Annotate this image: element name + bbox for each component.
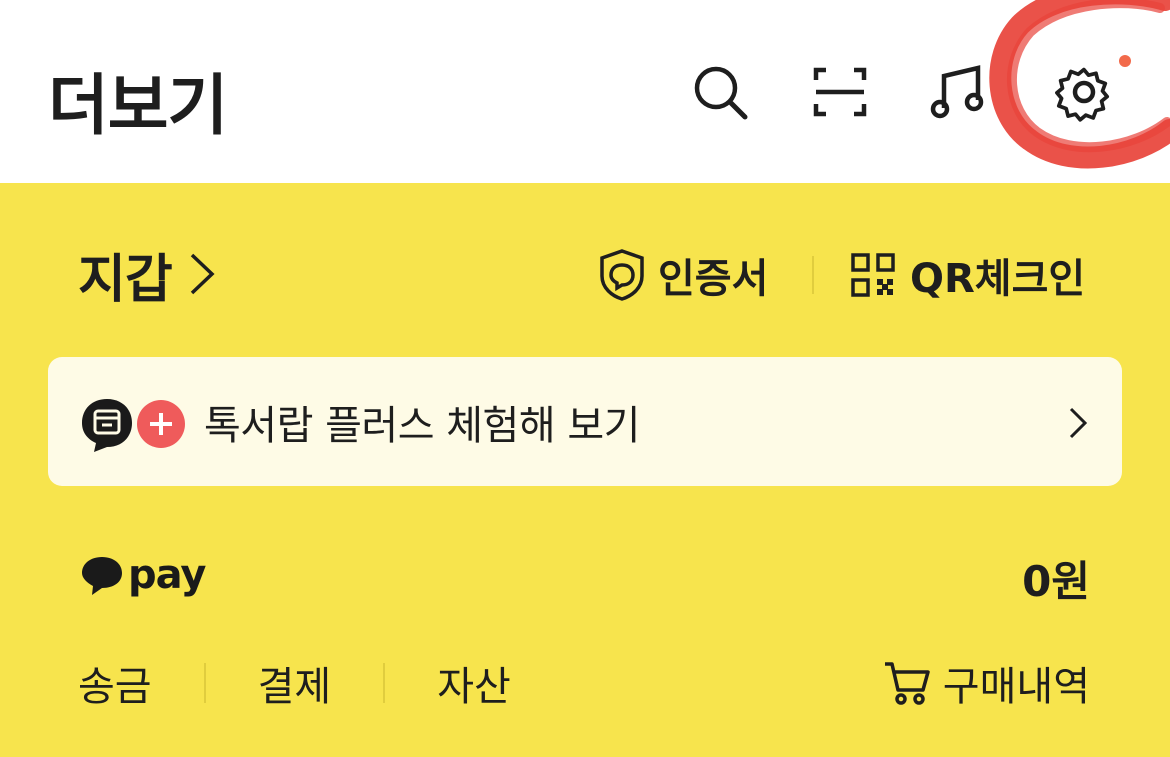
wallet-link[interactable]: 지갑 — [78, 236, 218, 312]
page-title: 더보기 — [48, 67, 228, 144]
qr-code-icon — [851, 253, 895, 297]
kakao-pay-logo[interactable]: pay — [80, 550, 206, 600]
purchase-history-button[interactable]: 구매내역 — [883, 655, 1090, 711]
settings-gear-icon[interactable] — [1054, 62, 1114, 122]
divider — [383, 663, 386, 703]
promo-text: 톡서랍 플러스 체험해 보기 — [204, 403, 640, 449]
transfer-button[interactable]: 송금 — [78, 654, 152, 712]
pay-balance[interactable]: 0원 — [1022, 548, 1090, 609]
payment-button[interactable]: 결제 — [258, 654, 332, 712]
divider — [203, 663, 206, 703]
plus-circle-icon — [137, 400, 185, 448]
scan-icon[interactable] — [810, 62, 870, 122]
pay-actions: 송금 결제 자산 — [78, 655, 511, 711]
search-icon[interactable] — [690, 62, 750, 122]
music-icon[interactable] — [930, 62, 990, 122]
talk-drawer-icon — [82, 399, 132, 452]
wallet-label: 지갑 — [78, 249, 173, 310]
divider — [812, 256, 814, 294]
pay-logo-text: pay — [128, 552, 206, 598]
drawer-plus-promo-card[interactable]: 톡서랍 플러스 체험해 보기 — [48, 357, 1122, 486]
certificate-label: 인증서 — [658, 256, 769, 302]
chevron-right-icon — [1069, 407, 1088, 439]
notification-dot — [1119, 55, 1131, 67]
speech-bubble-icon — [82, 557, 122, 595]
purchase-history-label: 구매내역 — [942, 664, 1090, 710]
assets-button[interactable]: 자산 — [437, 654, 511, 712]
qr-checkin-label: QR체크인 — [910, 256, 1086, 302]
qr-checkin-button[interactable]: QR체크인 — [850, 246, 1085, 304]
shopping-cart-icon — [884, 662, 930, 705]
shield-icon — [600, 249, 644, 301]
header-bar: 더보기 — [0, 0, 1170, 183]
certificate-button[interactable]: 인증서 — [598, 246, 768, 304]
chevron-right-icon — [190, 253, 215, 295]
